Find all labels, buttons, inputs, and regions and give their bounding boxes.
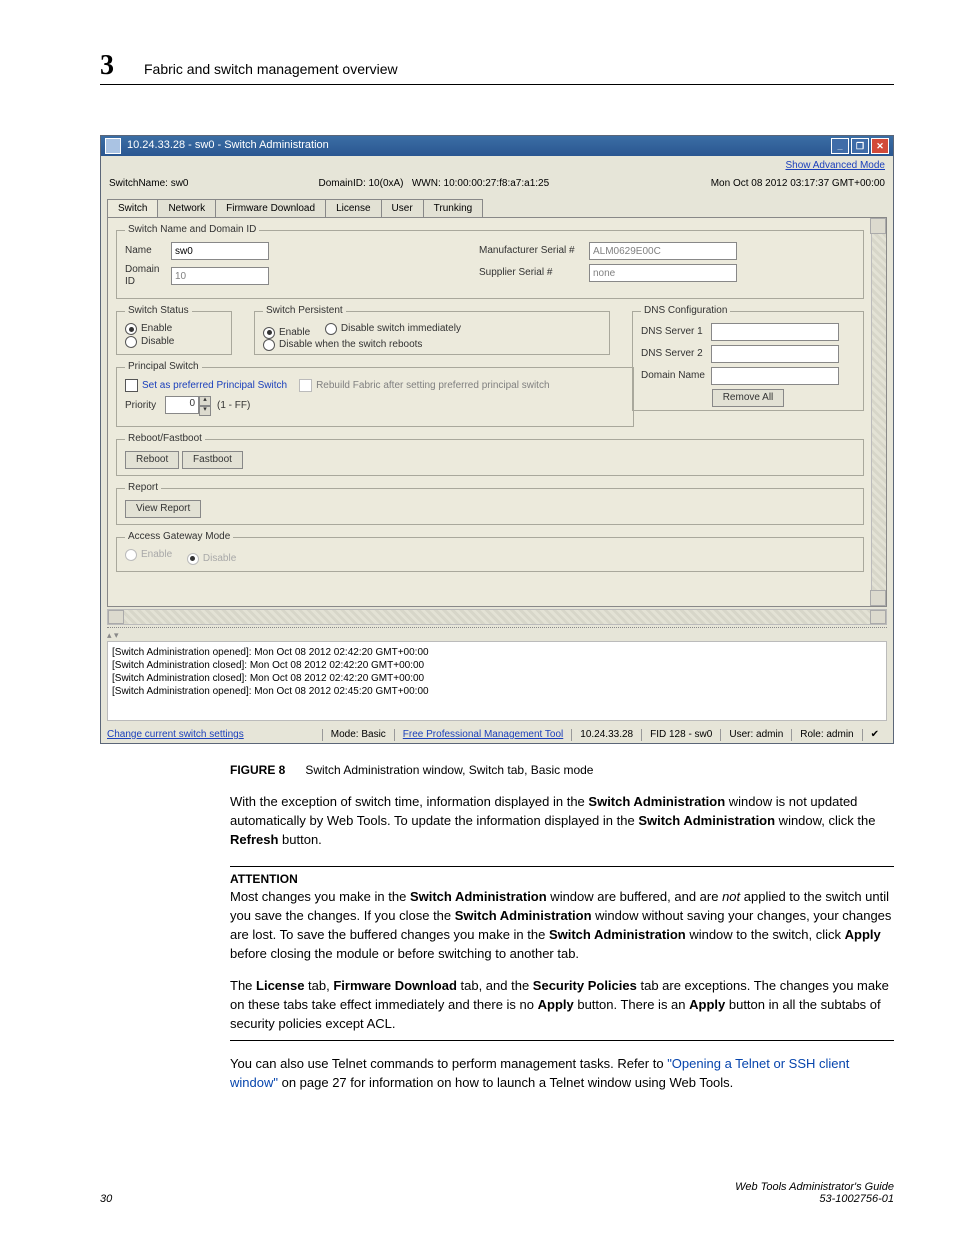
info-row: SwitchName: sw0 DomainID: 10(0xA) WWN: 1… [101,176,893,198]
status-user: User: admin [720,729,791,741]
dns2-label: DNS Server 2 [641,348,711,360]
tab-content: Switch Name and Domain ID Name Domain ID [107,217,887,607]
set-preferred-label: Set as preferred Principal Switch [142,380,287,392]
persist-enable-radio[interactable]: Enable [263,327,310,339]
minimize-button[interactable]: _ [831,138,849,154]
rebuild-fabric-label: Rebuild Fabric after setting preferred p… [316,380,549,392]
log-line: [Switch Administration opened]: Mon Oct … [112,646,882,659]
priority-range: (1 - FF) [217,400,250,412]
switch-name-input[interactable] [171,242,269,260]
group-switch-status: Switch Status Enable Disable [116,305,232,355]
advanced-mode-link[interactable]: Show Advanced Mode [101,156,893,176]
dns1-input[interactable] [711,323,839,341]
horizontal-scrollbar[interactable] [107,609,887,625]
scroll-down-icon[interactable] [870,590,886,606]
name-label: Name [125,245,171,257]
chapter-title: Fabric and switch management overview [144,61,398,77]
tab-network[interactable]: Network [157,199,216,218]
group-name-domain: Switch Name and Domain ID Name Domain ID [116,224,864,299]
chapter-header: 3 Fabric and switch management overview [100,50,894,85]
log-line: [Switch Administration closed]: Mon Oct … [112,672,882,685]
status-ip: 10.24.33.28 [571,729,641,741]
fastboot-button[interactable]: Fastboot [182,451,243,469]
change-settings-link[interactable]: Change current switch settings [107,729,322,741]
group-report: Report View Report [116,482,864,525]
scroll-right-icon[interactable] [870,610,886,624]
close-button[interactable]: ✕ [871,138,889,154]
log-line: [Switch Administration opened]: Mon Oct … [112,685,882,698]
tab-switch[interactable]: Switch [107,199,158,218]
scroll-left-icon[interactable] [108,610,124,624]
tab-trunking[interactable]: Trunking [423,199,484,218]
free-tool-link[interactable]: Free Professional Management Tool [394,729,571,741]
log-line: [Switch Administration closed]: Mon Oct … [112,659,882,672]
status-bar: Change current switch settings Mode: Bas… [101,727,893,743]
splitter-handle[interactable]: ▴ ▾ [107,627,887,641]
ag-enable-radio: Enable [125,549,172,561]
tab-license[interactable]: License [325,199,381,218]
group-switch-persistent: Switch Persistent Enable Disable switch … [254,305,610,355]
sup-serial-field [589,264,737,282]
remove-all-button[interactable]: Remove All [712,389,785,407]
switch-admin-window: 10.24.33.28 - sw0 - Switch Administratio… [100,135,894,744]
domain-name-input[interactable] [711,367,839,385]
priority-label: Priority [125,400,165,412]
dns2-input[interactable] [711,345,839,363]
connected-icon: ✔ [862,729,887,741]
titlebar[interactable]: 10.24.33.28 - sw0 - Switch Administratio… [101,136,893,156]
dns1-label: DNS Server 1 [641,326,711,338]
persist-disable-reboot-radio[interactable]: Disable when the switch reboots [263,339,422,351]
sup-serial-label: Supplier Serial # [479,267,589,279]
domain-name-label: Domain Name [641,370,711,382]
status-mode: Mode: Basic [322,729,394,741]
status-enable-radio[interactable]: Enable [125,323,172,335]
log-panel: [Switch Administration opened]: Mon Oct … [107,641,887,721]
tab-bar: Switch Network Firmware Download License… [101,198,893,217]
body-text: FIGURE 8Switch Administration window, Sw… [230,762,894,1093]
restore-button[interactable]: ❐ [851,138,869,154]
group-ag-mode: Access Gateway Mode Enable Disable [116,531,864,572]
tab-user[interactable]: User [381,199,424,218]
vertical-scrollbar[interactable] [871,218,886,606]
rebuild-fabric-checkbox [299,379,312,392]
domain-id-input[interactable] [171,267,269,285]
status-fid: FID 128 - sw0 [641,729,720,741]
view-report-button[interactable]: View Report [125,500,201,518]
app-icon [105,138,121,154]
persist-disable-imm-radio[interactable]: Disable switch immediately [325,323,461,335]
chapter-number: 3 [100,50,114,82]
tab-firmware-download[interactable]: Firmware Download [215,199,326,218]
figure-caption: FIGURE 8Switch Administration window, Sw… [230,762,894,779]
group-dns: DNS Configuration DNS Server 1 DNS Serve… [632,305,864,411]
ag-disable-radio: Disable [187,553,236,565]
reboot-button[interactable]: Reboot [125,451,179,469]
group-reboot: Reboot/Fastboot Reboot Fastboot [116,433,864,476]
mfr-serial-label: Manufacturer Serial # [479,245,589,257]
page-number: 30 [100,1193,112,1205]
status-role: Role: admin [791,729,861,741]
domain-id-label: Domain ID [125,264,171,288]
window-title: 10.24.33.28 - sw0 - Switch Administratio… [127,139,329,152]
status-disable-radio[interactable]: Disable [125,336,174,348]
page-footer: 30 Web Tools Administrator's Guide 53-10… [100,1181,894,1205]
set-preferred-checkbox[interactable] [125,379,138,392]
attention-heading: ATTENTION [230,871,894,888]
priority-stepper[interactable]: 0 ▴▾ [165,396,211,416]
mfr-serial-field [589,242,737,260]
scroll-up-icon[interactable] [870,218,886,234]
